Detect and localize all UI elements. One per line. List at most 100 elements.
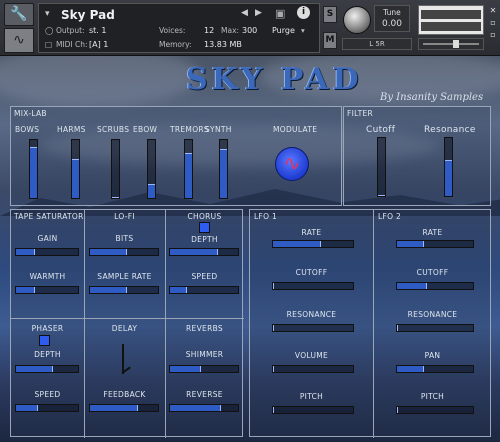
phaser-speed-label: SPEED xyxy=(34,390,61,399)
wrench-icon[interactable]: 🔧 xyxy=(4,3,34,26)
lfo2-resonance-slider[interactable] xyxy=(396,324,474,332)
output-label: Output: xyxy=(56,26,85,35)
chorus-depth-slider[interactable] xyxy=(169,248,239,256)
chorus-speed-label: SPEED xyxy=(191,272,218,281)
lfo1-pitch-fill xyxy=(273,407,274,413)
resonance-fader[interactable] xyxy=(444,137,453,197)
mute-button[interactable]: M xyxy=(323,32,337,49)
mixlab-channel-fader[interactable] xyxy=(29,139,38,199)
mixlab-channel-label: SCRUBS xyxy=(97,125,130,134)
mixlab-channel-label: TREMORS xyxy=(170,125,209,134)
level-meter-left xyxy=(421,10,481,19)
prev-arrow-icon[interactable]: ◀ xyxy=(241,8,248,18)
purge-menu[interactable]: Purge xyxy=(272,26,295,35)
aux-icon[interactable]: ▫ xyxy=(488,17,498,29)
mixlab-channel-fader-fill xyxy=(185,152,192,198)
mixlab-panel: MIX-LAB BOWS HARMS SCRUBS EBOW TREMORS SYNTH … xyxy=(10,106,342,206)
solo-button[interactable]: S xyxy=(323,6,337,23)
close-icon[interactable]: ✕ xyxy=(488,5,498,17)
instrument-name[interactable]: Sky Pad xyxy=(61,8,115,22)
dropdown-arrow-icon[interactable]: ▾ xyxy=(45,9,50,19)
volume-thumb[interactable] xyxy=(453,40,459,48)
tune-display: Tune 0.00 xyxy=(374,5,410,32)
waveform-icon[interactable]: ∿ xyxy=(4,28,34,53)
mixlab-channel-fader[interactable] xyxy=(219,139,228,199)
max-voices-value[interactable]: 300 xyxy=(242,26,257,35)
pan-label: L 5R xyxy=(369,40,385,48)
chorus-depth-fill xyxy=(170,249,218,255)
lfo2-pitch-slider[interactable] xyxy=(396,406,474,414)
lfo1-cutoff-label: CUTOFF xyxy=(295,268,328,277)
mixlab-channel-label: BOWS xyxy=(15,125,40,134)
bits-slider[interactable] xyxy=(89,248,159,256)
mixlab-channel-fader-fill xyxy=(148,183,155,198)
mixlab-channel-fader-fill xyxy=(112,197,119,198)
chorus-toggle[interactable] xyxy=(199,222,210,233)
lfo1-resonance-slider[interactable] xyxy=(272,324,354,332)
lfo2-pan-slider[interactable] xyxy=(396,365,474,373)
midi-channel-value[interactable]: [A] 1 xyxy=(89,40,108,49)
mixlab-channel-fader[interactable] xyxy=(147,139,156,199)
mixlab-channel-fader-fill xyxy=(220,148,227,198)
info-icon[interactable]: i xyxy=(297,6,310,19)
lfo1-pitch-label: PITCH xyxy=(299,392,324,401)
phaser-depth-label: DEPTH xyxy=(34,350,61,359)
resonance-label: Resonance xyxy=(424,125,476,135)
lfo1-volume-slider[interactable] xyxy=(272,365,354,373)
feedback-label: FEEDBACK xyxy=(103,390,146,399)
shimmer-slider-fill xyxy=(170,366,201,372)
instrument-header: 🔧 ∿ ▾ Sky Pad ◀ ▶ ▣ i ◯ Output: st. 1 Vo… xyxy=(0,0,500,56)
tune-knob[interactable] xyxy=(343,6,371,34)
next-arrow-icon[interactable]: ▶ xyxy=(255,8,262,18)
reverse-slider-fill xyxy=(170,405,221,411)
output-value[interactable]: st. 1 xyxy=(89,26,106,35)
volume-slider[interactable] xyxy=(418,38,484,50)
tape-saturator-label: TAPE SATURATOR xyxy=(14,212,84,221)
lfo1-rate-label: RATE xyxy=(301,228,322,237)
tune-value[interactable]: 0.00 xyxy=(375,19,409,29)
volume-track xyxy=(423,43,479,45)
lfo2-cutoff-label: CUTOFF xyxy=(416,268,449,277)
lfo1-rate-slider[interactable] xyxy=(272,240,354,248)
lfo2-rate-slider[interactable] xyxy=(396,240,474,248)
lfo2-pitch-fill xyxy=(397,407,398,413)
memory-label: Memory: xyxy=(159,40,192,49)
pv-icon[interactable]: ▫ xyxy=(488,29,498,41)
lfo1-volume-fill xyxy=(273,366,274,372)
gain-slider[interactable] xyxy=(15,248,79,256)
lfo1-resonance-fill xyxy=(273,325,274,331)
chorus-label: CHORUS xyxy=(187,212,222,221)
shimmer-slider[interactable] xyxy=(169,365,239,373)
lfo1-pitch-slider[interactable] xyxy=(272,406,354,414)
mixlab-channel-fader[interactable] xyxy=(111,139,120,199)
purge-dropdown-icon[interactable]: ▾ xyxy=(301,26,305,35)
lfo1-resonance-label: RESONANCE xyxy=(286,310,337,319)
lfo-divider xyxy=(373,210,374,438)
lfo2-rate-fill xyxy=(397,241,424,247)
camera-icon[interactable]: ▣ xyxy=(275,7,285,20)
mixlab-channel-fader[interactable] xyxy=(71,139,80,199)
pan-slider[interactable]: L 5R xyxy=(342,38,412,50)
lfo2-pan-fill xyxy=(397,366,424,372)
lfo2-rate-label: RATE xyxy=(422,228,443,237)
lfo2-cutoff-slider[interactable] xyxy=(396,282,474,290)
reverbs-label: REVERBS xyxy=(186,324,223,333)
modulate-button[interactable]: ∿ xyxy=(275,147,309,181)
mixlab-channel-fader[interactable] xyxy=(184,139,193,199)
cutoff-fader[interactable] xyxy=(377,137,386,197)
max-label: Max: xyxy=(221,26,240,35)
phaser-depth-slider[interactable] xyxy=(15,365,79,373)
lfo1-cutoff-fill xyxy=(273,283,274,289)
feedback-slider[interactable] xyxy=(89,404,159,412)
chorus-speed-slider[interactable] xyxy=(169,286,239,294)
phaser-toggle[interactable] xyxy=(39,335,50,346)
bits-label: BITS xyxy=(115,234,134,243)
reverse-slider[interactable] xyxy=(169,404,239,412)
modulate-label: MODULATE xyxy=(273,125,318,134)
phaser-speed-slider[interactable] xyxy=(15,404,79,412)
lfo1-cutoff-slider[interactable] xyxy=(272,282,354,290)
mixlab-section-label: MIX-LAB xyxy=(14,109,47,118)
sample-rate-slider[interactable] xyxy=(89,286,159,294)
warmth-slider[interactable] xyxy=(15,286,79,294)
phaser-label: PHASER xyxy=(31,324,64,333)
